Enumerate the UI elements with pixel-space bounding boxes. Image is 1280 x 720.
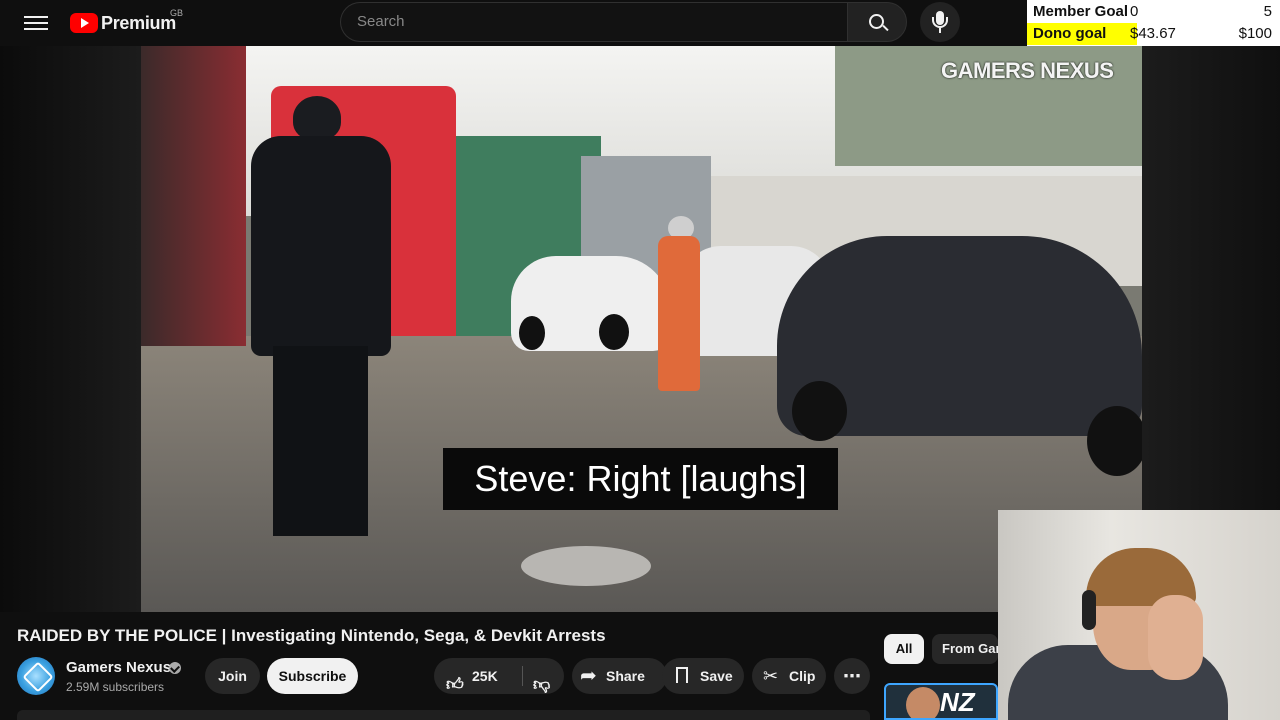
voice-search-button[interactable] bbox=[920, 2, 960, 42]
share-button[interactable]: ➦ Share bbox=[572, 658, 667, 694]
search-icon bbox=[869, 14, 884, 29]
share-arrow-icon: ➦ bbox=[580, 665, 597, 687]
verified-icon bbox=[169, 662, 181, 674]
chip-all[interactable]: All bbox=[884, 634, 924, 664]
more-actions-button[interactable]: ⋯ bbox=[834, 658, 870, 694]
white-car bbox=[511, 256, 671, 351]
recommended-video-thumbnail[interactable]: NZ bbox=[884, 683, 998, 720]
search-bar: Search bbox=[340, 2, 908, 42]
channel-avatar[interactable] bbox=[17, 657, 55, 695]
youtube-play-icon bbox=[70, 13, 98, 33]
officer-figure bbox=[221, 96, 396, 536]
member-goal-current: 0 bbox=[1130, 3, 1139, 20]
like-button[interactable]: 👍︎ 25K bbox=[434, 658, 522, 694]
channel-name[interactable]: Gamers Nexus bbox=[66, 659, 171, 676]
share-label: Share bbox=[606, 668, 645, 684]
thumbnail-text: NZ bbox=[940, 687, 975, 717]
clip-label: Clip bbox=[789, 668, 816, 684]
logo-text: Premium bbox=[101, 12, 176, 33]
search-button[interactable] bbox=[847, 2, 907, 42]
video-title: RAIDED BY THE POLICE | Investigating Nin… bbox=[17, 626, 606, 645]
caption-text: Steve: Right [laughs] bbox=[443, 448, 838, 510]
hamburger-icon[interactable] bbox=[24, 12, 48, 32]
subscribe-button[interactable]: Subscribe bbox=[267, 658, 358, 694]
dono-goal-label: Dono goal bbox=[1033, 25, 1107, 42]
thumbs-up-icon: 👍︎ bbox=[446, 675, 464, 694]
dono-goal-current: $43.67 bbox=[1130, 25, 1176, 42]
save-button[interactable]: Save bbox=[662, 658, 744, 694]
region-code: GB bbox=[170, 8, 184, 18]
dono-goal-row: Dono goal $43.67 $100 bbox=[1027, 23, 1280, 45]
subscriber-count: 2.59M subscribers bbox=[66, 680, 165, 694]
dono-goal-target: $100 bbox=[1238, 25, 1272, 42]
join-button[interactable]: Join bbox=[205, 658, 260, 694]
member-goal-row: Member Goal 0 5 bbox=[1027, 1, 1280, 23]
worker-figure bbox=[656, 216, 701, 391]
webcam-overlay bbox=[998, 510, 1280, 720]
chip-from-channel[interactable]: From Gam bbox=[932, 634, 998, 664]
member-goal-target: 5 bbox=[1263, 3, 1272, 20]
like-dislike-group: 👍︎ 25K 👎︎ bbox=[434, 658, 564, 694]
dark-car bbox=[777, 236, 1142, 476]
member-goal-label: Member Goal bbox=[1033, 3, 1129, 20]
video-frame[interactable] bbox=[141, 46, 1142, 612]
youtube-premium-logo[interactable]: Premium bbox=[70, 10, 176, 36]
scissors-icon: ✂ bbox=[763, 666, 779, 686]
stream-goals-overlay: Member Goal 0 5 Dono goal $43.67 $100 bbox=[1027, 0, 1280, 46]
clip-button[interactable]: ✂ Clip bbox=[752, 658, 826, 694]
description-box[interactable] bbox=[17, 710, 870, 720]
dislike-button[interactable]: 👎︎ bbox=[523, 658, 564, 694]
channel-watermark[interactable]: GAMERS NEXUS bbox=[941, 58, 1114, 84]
bookmark-icon bbox=[676, 667, 688, 686]
save-label: Save bbox=[700, 668, 733, 684]
thumbs-down-icon: 👎︎ bbox=[533, 675, 551, 694]
headset-icon bbox=[1082, 590, 1096, 630]
search-input[interactable]: Search bbox=[340, 2, 848, 42]
like-count: 25K bbox=[472, 668, 498, 684]
